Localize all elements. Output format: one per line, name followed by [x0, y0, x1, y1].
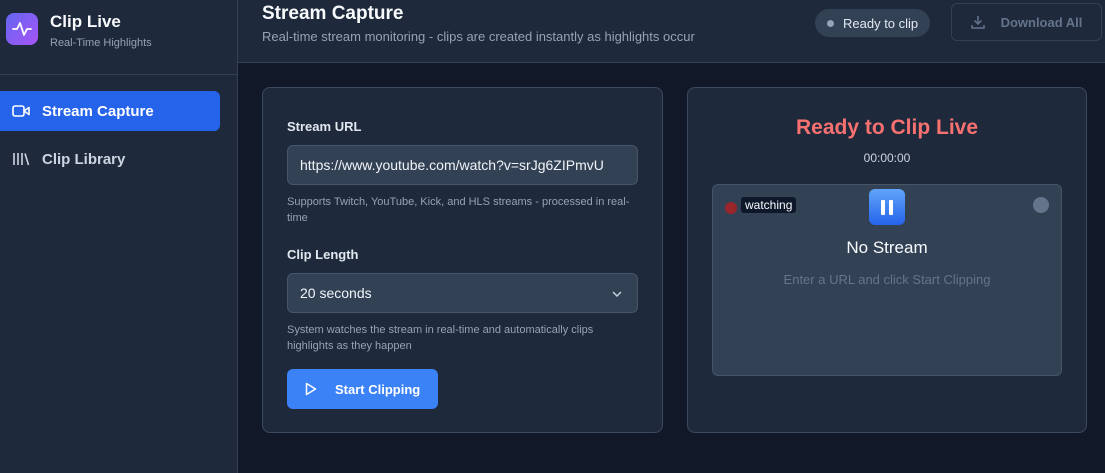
status-text: Ready to clip [843, 15, 919, 31]
app-subtitle: Real-Time Highlights [50, 36, 152, 49]
sidebar-item-clip-library[interactable]: Clip Library [0, 139, 220, 179]
video-camera-icon [12, 102, 30, 120]
clip-length-hint: System watches the stream in real-time a… [287, 324, 594, 352]
page-title: Stream Capture [262, 3, 404, 24]
watching-badge: watching [741, 197, 797, 213]
pulse-icon [6, 13, 38, 45]
pause-icon [881, 199, 885, 215]
sidebar: Clip Live Real-Time Highlights Stream Ca… [0, 0, 238, 473]
indicator-dot-icon [1033, 197, 1049, 213]
sidebar-item-label: Stream Capture [42, 102, 154, 120]
download-all-button[interactable]: Download All [951, 3, 1102, 41]
stream-form-card: Stream URL https://www.youtube.com/watch… [262, 87, 663, 433]
download-icon [970, 15, 985, 29]
no-stream-text: No Stream [846, 238, 928, 257]
no-stream-hint: Enter a URL and click Start Clipping [783, 272, 991, 287]
stream-url-input[interactable]: https://www.youtube.com/watch?v=srJg6ZIP… [287, 145, 638, 185]
page-subtitle: Real-time stream monitoring - clips are … [262, 29, 695, 44]
preview-title: Ready to Clip Live [795, 116, 979, 139]
sidebar-item-label: Clip Library [42, 150, 126, 168]
brand: Clip Live Real-Time Highlights [0, 0, 237, 75]
timer: 00:00:00 [863, 151, 911, 165]
clip-length-select[interactable]: 20 seconds [287, 273, 638, 313]
start-clipping-label: Start Clipping [335, 381, 421, 397]
stream-url-label: Stream URL [287, 119, 362, 134]
pause-button[interactable] [869, 189, 905, 225]
status-badge: Ready to clip [815, 9, 931, 37]
stream-url-hint: Supports Twitch, YouTube, Kick, and HLS … [287, 196, 630, 224]
play-icon [305, 382, 317, 396]
preview-card: Ready to Clip Live 00:00:00 watching No … [687, 87, 1087, 433]
page-header: Stream Capture Real-time stream monitori… [238, 0, 1105, 63]
chevron-down-icon [611, 287, 623, 303]
record-dot-icon [725, 202, 737, 214]
stream-url-value: https://www.youtube.com/watch?v=srJg6ZIP… [300, 157, 604, 173]
video-preview: watching No Stream Enter a URL and click… [712, 184, 1062, 376]
clip-length-label: Clip Length [287, 247, 359, 262]
clip-length-value: 20 seconds [300, 285, 372, 301]
sidebar-nav: Stream Capture Clip Library [0, 75, 237, 179]
download-all-label: Download All [1000, 14, 1083, 30]
status-dot-icon [827, 19, 834, 27]
start-clipping-button[interactable]: Start Clipping [287, 369, 438, 409]
library-icon [12, 150, 30, 168]
sidebar-item-stream-capture[interactable]: Stream Capture [0, 91, 220, 131]
app-title: Clip Live [50, 11, 121, 31]
